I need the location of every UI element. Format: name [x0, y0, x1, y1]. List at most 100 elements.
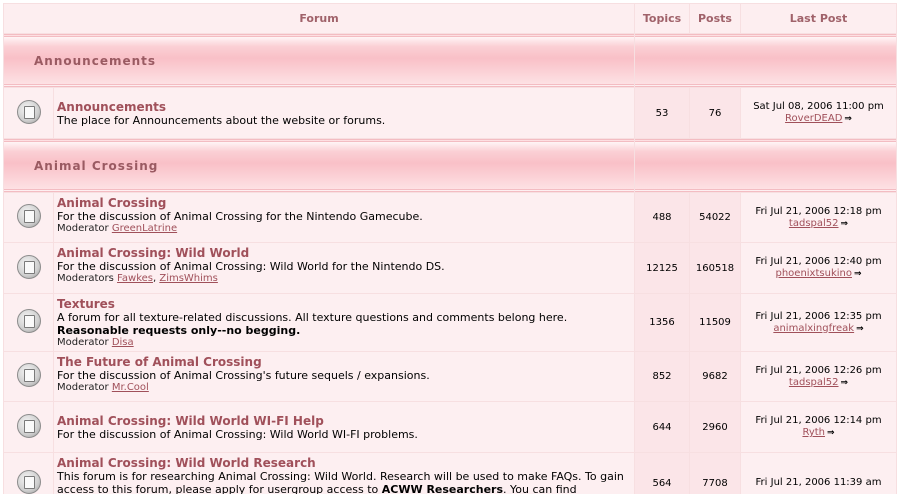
last-post-date: Fri Jul 21, 2006 12:18 pm [755, 205, 882, 217]
forum-description: For the discussion of Animal Crossing fo… [57, 210, 423, 223]
last-post-date: Fri Jul 21, 2006 11:39 am [755, 477, 882, 488]
forum-link[interactable]: The Future of Animal Crossing [57, 355, 631, 369]
last-post-user[interactable]: tadspal52 [789, 218, 839, 229]
moderator-line: Moderator GreenLatrine [57, 223, 631, 234]
last-post: Fri Jul 21, 2006 12:40 pm phoenixtsukino… [741, 243, 896, 293]
last-post-date: Fri Jul 21, 2006 12:26 pm [755, 364, 882, 376]
usergroup-link[interactable]: ACWW Researchers [382, 483, 503, 494]
forum-info: Textures A forum for all texture-related… [54, 294, 634, 351]
last-post: Sat Jul 08, 2006 11:00 pm RoverDEAD ⇒ [741, 88, 896, 138]
topic-count: 564 [635, 453, 689, 494]
topic-count: 1356 [635, 294, 689, 351]
topic-count: 852 [635, 352, 689, 401]
last-post-user[interactable]: animalxingfreak [773, 323, 854, 334]
arrow-icon[interactable]: ⇒ [827, 427, 835, 439]
last-post-user[interactable]: phoenixtsukino [775, 268, 851, 279]
forum-link[interactable]: Announcements [57, 100, 631, 114]
moderator-link[interactable]: Disa [112, 337, 134, 348]
post-count: 11509 [690, 294, 740, 351]
category-title-text[interactable]: Animal Crossing [34, 159, 158, 173]
category-row: Announcements [4, 34, 896, 87]
forum-row: Animal Crossing: Wild World Research Thi… [4, 453, 896, 494]
arrow-icon[interactable]: ⇒ [844, 113, 852, 125]
post-count: 9682 [690, 352, 740, 401]
forum-icon-cell [4, 193, 53, 242]
forum-description: For the discussion of Animal Crossing: W… [57, 260, 445, 273]
post-count: 54022 [690, 193, 740, 242]
forum-icon-cell [4, 402, 53, 452]
forum-description: The place for Announcements about the we… [57, 113, 386, 127]
topic-count: 12125 [635, 243, 689, 293]
folder-icon [16, 254, 41, 279]
forum-row: Announcements The place for Announcement… [4, 88, 896, 138]
topic-count: 644 [635, 402, 689, 452]
folder-icon [16, 469, 41, 494]
header-topics: Topics [635, 4, 689, 33]
last-post-user[interactable]: Ryth [802, 427, 825, 438]
forum-link[interactable]: Animal Crossing: Wild World WI-FI Help [57, 414, 631, 428]
forum-info: The Future of Animal Crossing For the di… [54, 352, 634, 401]
folder-icon [16, 413, 41, 438]
forum-icon-cell [4, 352, 53, 401]
last-post-date: Fri Jul 21, 2006 12:35 pm [755, 310, 882, 322]
topic-count: 488 [635, 193, 689, 242]
topic-count: 53 [635, 88, 689, 138]
forum-link[interactable]: Animal Crossing: Wild World Research [57, 456, 631, 470]
folder-icon [16, 204, 41, 228]
forum-description: For the discussion of Animal Crossing: W… [57, 427, 418, 441]
arrow-icon[interactable]: ⇒ [854, 268, 862, 280]
arrow-icon[interactable]: ⇒ [841, 377, 849, 389]
category-title[interactable]: Announcements [4, 34, 634, 87]
post-count: 76 [690, 88, 740, 138]
last-post: Fri Jul 21, 2006 12:18 pm tadspal52 ⇒ [741, 193, 896, 242]
folder-icon [16, 99, 41, 124]
moderator-line: Moderators Fawkes, ZimsWhims [57, 273, 218, 284]
post-count: 7708 [690, 453, 740, 494]
moderator-line: Moderator Disa [57, 337, 631, 348]
forum-icon-cell [4, 88, 53, 138]
forum-info: Animal Crossing: Wild World Research Thi… [54, 453, 634, 494]
moderator-line: Moderator Mr.Cool [57, 382, 631, 393]
last-post: Fri Jul 21, 2006 12:26 pm tadspal52 ⇒ [741, 352, 896, 401]
header-forum: Forum [4, 4, 634, 33]
forum-icon-cell [4, 294, 53, 351]
moderator-label: Moderator [57, 223, 109, 234]
forum-description: A forum for all texture-related discussi… [57, 311, 568, 324]
last-post-date: Sat Jul 08, 2006 11:00 pm [753, 101, 884, 112]
forum-info: Announcements The place for Announcement… [54, 88, 634, 138]
moderator-link[interactable]: GreenLatrine [112, 223, 177, 234]
category-row: Animal Crossing [4, 139, 896, 192]
forum-info: Animal Crossing: Wild World WI-FI Help F… [54, 402, 634, 452]
forum-table: Forum Topics Posts Last Post Announcemen… [3, 3, 897, 494]
header-last-post: Last Post [741, 4, 896, 33]
forum-row: Textures A forum for all texture-related… [4, 294, 896, 351]
post-count: 160518 [690, 243, 740, 293]
last-post-date: Fri Jul 21, 2006 12:14 pm [755, 415, 882, 426]
category-title[interactable]: Animal Crossing [4, 139, 634, 192]
moderator-label: Moderators [57, 273, 114, 284]
last-post-user[interactable]: tadspal52 [789, 377, 839, 388]
last-post-user[interactable]: RoverDEAD [785, 113, 842, 124]
forum-info: Animal Crossing For the discussion of An… [54, 193, 634, 242]
forum-row: The Future of Animal Crossing For the di… [4, 352, 896, 401]
forum-description: For the discussion of Animal Crossing's … [57, 369, 430, 382]
forum-link[interactable]: Textures [57, 297, 631, 311]
moderator-label: Moderator [57, 337, 109, 348]
forum-link[interactable]: Animal Crossing [57, 196, 631, 210]
last-post: Fri Jul 21, 2006 11:39 am [741, 453, 896, 494]
forum-info: Animal Crossing: Wild World For the disc… [54, 243, 634, 293]
header-posts: Posts [690, 4, 740, 33]
forum-notice: Reasonable requests only--no begging. [57, 324, 301, 337]
arrow-icon[interactable]: ⇒ [841, 218, 849, 230]
category-title-text[interactable]: Announcements [34, 54, 156, 68]
moderator-link[interactable]: ZimsWhims [159, 273, 218, 284]
post-count: 2960 [690, 402, 740, 452]
last-post: Fri Jul 21, 2006 12:14 pm Ryth ⇒ [741, 402, 896, 452]
moderator-link[interactable]: Fawkes [117, 273, 153, 284]
moderator-link[interactable]: Mr.Cool [112, 382, 149, 393]
arrow-icon[interactable]: ⇒ [856, 323, 864, 335]
moderator-label: Moderator [57, 382, 109, 393]
forum-link[interactable]: Animal Crossing: Wild World [57, 246, 631, 260]
last-post: Fri Jul 21, 2006 12:35 pm animalxingfrea… [741, 294, 896, 351]
header-row: Forum Topics Posts Last Post [4, 4, 896, 33]
